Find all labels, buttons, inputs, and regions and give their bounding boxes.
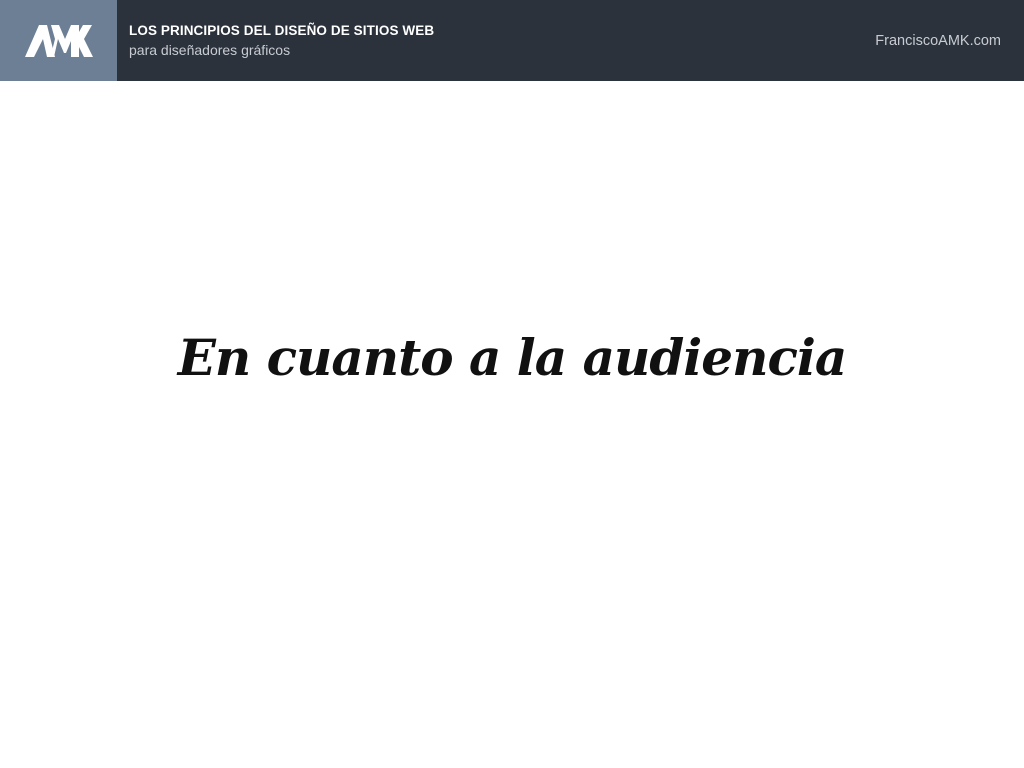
slide-heading: En cuanto a la audiencia <box>177 328 848 387</box>
course-titles: LOS PRINCIPIOS DEL DISEÑO DE SITIOS WEB … <box>117 0 875 81</box>
site-link[interactable]: FranciscoAMK.com <box>875 0 1024 81</box>
course-title: LOS PRINCIPIOS DEL DISEÑO DE SITIOS WEB <box>129 23 435 38</box>
amk-logo-icon <box>24 24 93 57</box>
course-subtitle: para diseñadores gráficos <box>129 42 291 58</box>
header-bar: LOS PRINCIPIOS DEL DISEÑO DE SITIOS WEB … <box>0 0 1024 81</box>
logo <box>0 0 117 81</box>
slide-page: LOS PRINCIPIOS DEL DISEÑO DE SITIOS WEB … <box>0 0 1024 768</box>
